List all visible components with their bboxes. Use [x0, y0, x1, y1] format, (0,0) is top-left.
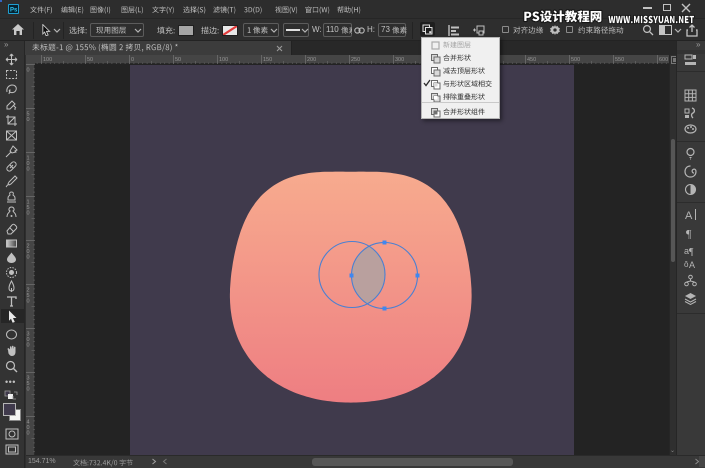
svg-text:¶: ¶	[689, 247, 694, 256]
svg-text:A: A	[685, 210, 693, 221]
svg-text:A: A	[689, 260, 695, 270]
svg-text:¶: ¶	[686, 226, 692, 239]
